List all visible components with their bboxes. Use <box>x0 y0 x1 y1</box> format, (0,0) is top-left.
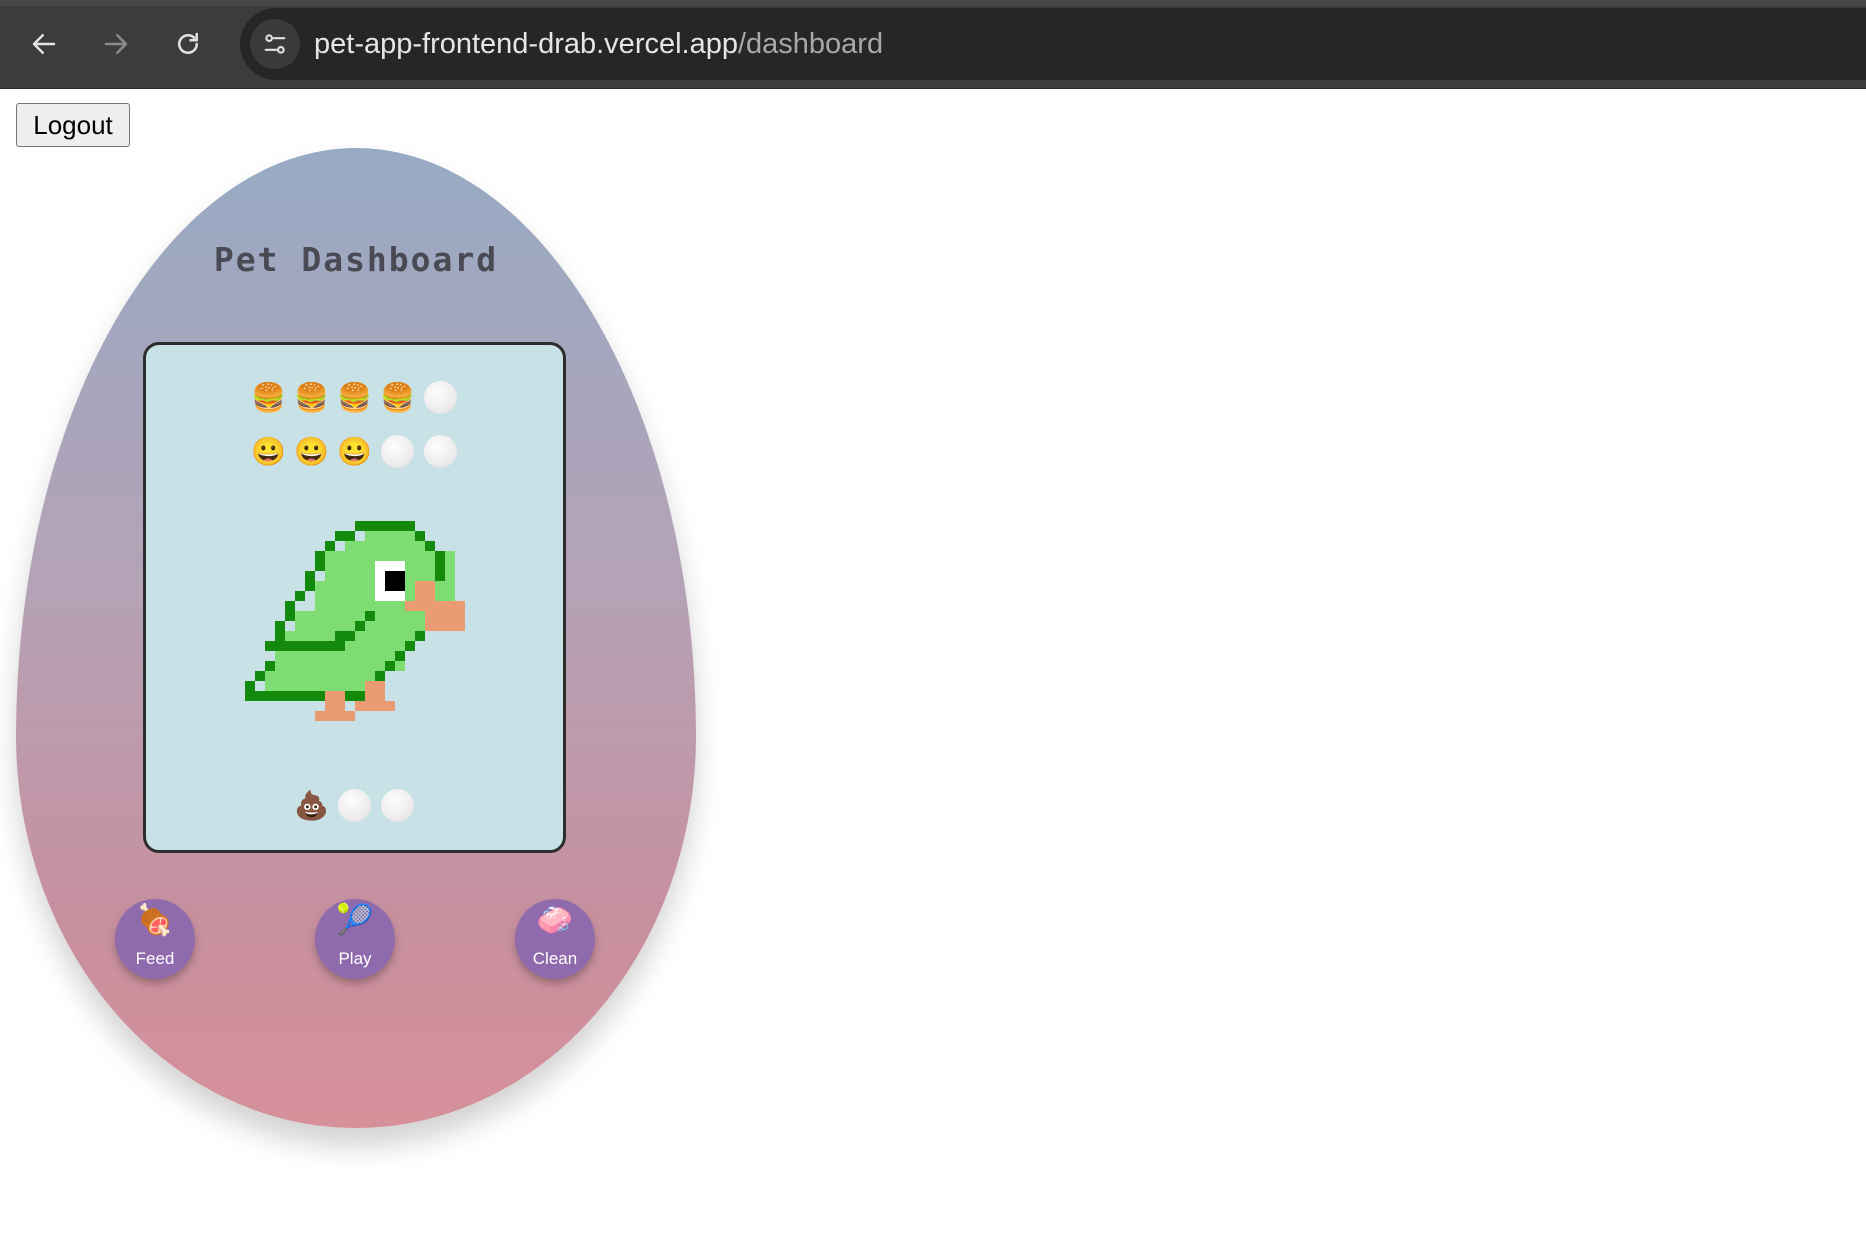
empty-circle-icon <box>381 789 414 822</box>
clean-label: Clean <box>532 949 578 968</box>
empty-circle-icon <box>424 381 457 414</box>
happiness-point-filled: 😀 <box>337 435 372 467</box>
waste-point-empty <box>380 788 415 823</box>
tune-icon <box>264 34 286 54</box>
feed-button[interactable]: 🍖 Feed <box>115 899 195 979</box>
hunger-point-filled: 🍔 <box>380 381 415 413</box>
url-text[interactable]: pet-app-frontend-drab.vercel.app/dashboa… <box>314 8 883 80</box>
forward-button[interactable] <box>90 18 142 70</box>
feed-label: Feed <box>135 949 175 968</box>
address-bar[interactable]: pet-app-frontend-drab.vercel.app/dashboa… <box>240 8 1866 80</box>
waste-meter: 💩 <box>146 788 563 823</box>
url-path: /dashboard <box>737 28 884 60</box>
hunger-point-filled: 🍔 <box>251 381 286 413</box>
empty-circle-icon <box>338 789 371 822</box>
back-button[interactable] <box>18 18 70 70</box>
waste-point-filled: 💩 <box>294 789 329 821</box>
happiness-point-filled: 😀 <box>251 435 286 467</box>
waste-point-empty <box>337 788 372 823</box>
happiness-point-filled: 😀 <box>294 435 329 467</box>
hunger-point-filled: 🍔 <box>337 381 372 413</box>
pet-screen: 🍔 🍔 🍔 🍔 😀 😀 😀 💩 <box>143 342 566 853</box>
browser-toolbar: pet-app-frontend-drab.vercel.app/dashboa… <box>0 0 1866 89</box>
play-button[interactable]: 🎾 Play <box>315 899 395 979</box>
tennis-ball-icon: 🎾 <box>336 904 374 937</box>
arrow-right-icon <box>104 34 128 54</box>
empty-circle-icon <box>381 435 414 468</box>
tamagotchi-device: Pet Dashboard 🍔 🍔 🍔 🍔 😀 😀 😀 💩 🍖 Feed 🎾 P… <box>16 148 696 1128</box>
meat-icon: 🍖 <box>136 904 174 937</box>
logout-button[interactable]: Logout <box>16 103 130 147</box>
parrot-pupil <box>385 571 405 591</box>
hunger-point-empty <box>423 380 458 415</box>
play-label: Play <box>338 949 372 968</box>
happiness-point-empty <box>380 434 415 469</box>
site-info-button[interactable] <box>250 19 300 69</box>
reload-icon <box>178 32 198 54</box>
green-parrot-icon <box>245 521 465 721</box>
hunger-point-filled: 🍔 <box>294 381 329 413</box>
soap-icon: 🧼 <box>536 904 574 937</box>
page-title: Pet Dashboard <box>213 240 499 279</box>
reload-button[interactable] <box>162 18 214 70</box>
empty-circle-icon <box>424 435 457 468</box>
url-host: pet-app-frontend-drab.vercel.app <box>314 28 738 60</box>
happiness-point-empty <box>423 434 458 469</box>
arrow-left-icon <box>32 34 56 54</box>
clean-button[interactable]: 🧼 Clean <box>515 899 595 979</box>
tab-strip-edge <box>0 0 1866 6</box>
hunger-meter: 🍔 🍔 🍔 🍔 <box>146 380 563 415</box>
happiness-meter: 😀 😀 😀 <box>146 434 563 469</box>
